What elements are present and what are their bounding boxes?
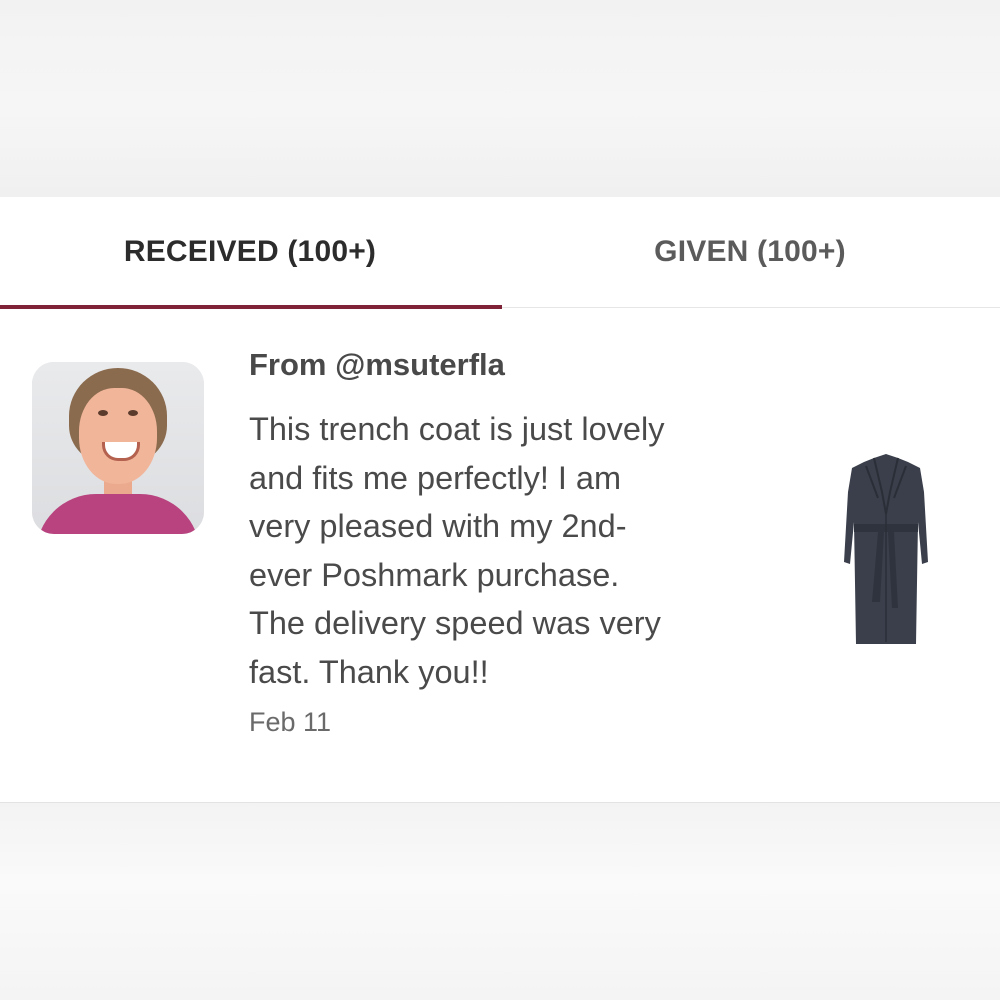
tab-bar: RECEIVED (100+) GIVEN (100+) [0,197,1000,309]
review-message-line: very pleased with my 2nd- [249,508,627,544]
review-message-line: and fits me perfectly! I am [249,459,622,496]
review-message-line: fast. Thank you!! [249,653,489,690]
review-message-line: This trench coat is just lovely [249,411,665,447]
review-author[interactable]: From @msuterfla [249,347,505,383]
avatar-face [79,388,157,484]
review-message-line: The delivery speed was very [249,605,661,641]
review-date: Feb 11 [249,707,332,737]
review-message: This trench coat is just lovely and fits… [249,405,749,696]
love-notes-card: RECEIVED (100+) GIVEN (100+) From @msute… [0,197,1000,803]
trench-coat-icon [844,454,928,644]
tab-given[interactable]: GIVEN (100+) [500,197,1000,307]
top-blurred-backdrop [0,0,1000,197]
tab-received-label: RECEIVED (100+) [123,235,377,268]
review-message-line: ever Poshmark purchase. [249,556,620,593]
bottom-blurred-backdrop [0,803,1000,1000]
active-tab-indicator [0,305,502,309]
tab-given-label: GIVEN (100+) [654,235,846,268]
product-thumbnail[interactable] [836,452,936,652]
avatar[interactable] [32,362,204,534]
tab-received[interactable]: RECEIVED (100+) [0,197,502,309]
